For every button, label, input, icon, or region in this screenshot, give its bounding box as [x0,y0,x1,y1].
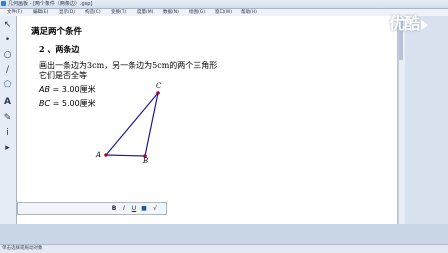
window-title: 几何画板 - [两个条件（两条边）.gsp] [8,1,93,7]
menu-edit[interactable]: 编辑(E) [33,9,48,16]
label-a: A [95,151,101,159]
point-a[interactable] [104,153,108,157]
line-tool-icon[interactable]: / [2,64,13,75]
watermark-text: 优酷 [389,14,420,33]
point-tool-icon[interactable]: • [2,34,13,45]
compass-tool-icon[interactable]: ○ [2,49,13,60]
point-c[interactable] [156,91,160,95]
menu-data[interactable]: 数据(N) [163,9,179,16]
segment-ac[interactable] [105,92,159,156]
bold-button[interactable]: B [110,204,118,213]
polygon-tool-icon[interactable]: ⬠ [2,79,13,90]
custom-tool-icon[interactable]: ▸ [2,142,13,153]
arrow-tool-icon[interactable]: ↖ [2,19,13,30]
text-format-bar: B I U ■ √ [17,202,167,215]
menu-transform[interactable]: 变换(T) [111,9,126,16]
toolbox: ↖ • ○ / ⬠ A ✎ i ▸ [0,16,17,224]
menu-window[interactable]: 窗口(W) [215,9,232,16]
play-icon [421,19,429,30]
menu-display[interactable]: 显示(D) [59,9,75,16]
label-c: C [156,82,162,90]
marker-tool-icon[interactable]: ✎ [2,112,13,123]
triangle-figure: A B C [95,82,162,165]
side-panel [405,16,448,224]
menu-construct[interactable]: 构造(C) [85,9,101,16]
segment-bc[interactable] [144,92,159,157]
youku-watermark: 优酷 [389,10,429,34]
math-symbol-button[interactable]: √ [151,204,159,213]
italic-button[interactable]: I [120,204,128,213]
menu-help[interactable]: 帮助(H) [241,9,257,16]
label-b: B [142,157,148,165]
sketch-canvas[interactable]: 满足两个条件 2 、两条边 画出一条边为3cm，另一条边为5cm的两个三角形 它… [17,16,398,224]
segment-ab[interactable] [105,154,146,157]
menu-measure[interactable]: 度量(M) [137,9,153,16]
text-color-button[interactable]: ■ [140,204,148,213]
menu-file[interactable]: 文件(F) [7,9,22,16]
text-tool-icon[interactable]: A [2,96,13,107]
menu-graph[interactable]: 绘图(G) [189,9,205,16]
title-bar: 几何画板 - [两个条件（两条边）.gsp] [0,0,448,9]
underline-button[interactable]: U [130,204,138,213]
app-icon [1,1,6,6]
info-tool-icon[interactable]: i [2,127,13,138]
